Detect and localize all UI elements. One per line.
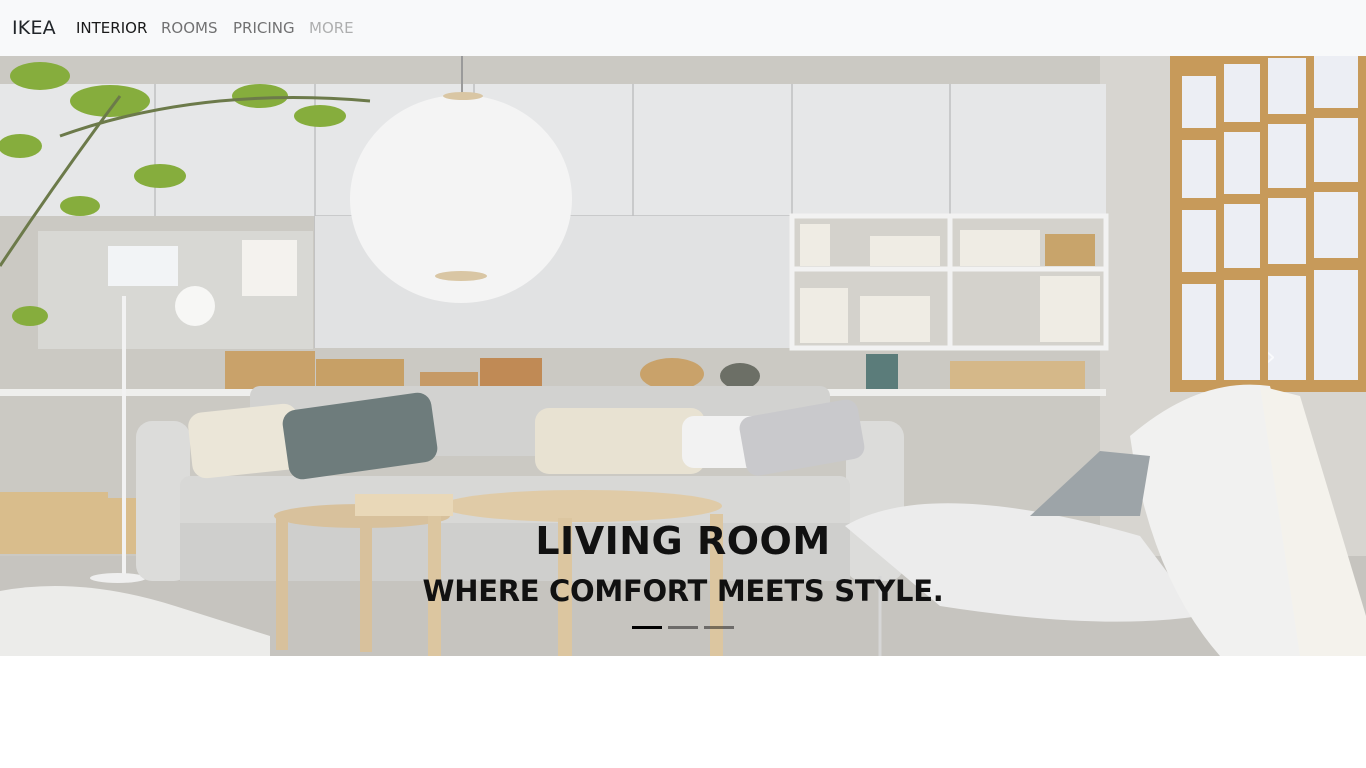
navbar: IKEA INTERIOR ROOMS PRICING MORE xyxy=(0,0,1366,56)
carousel-indicator-1[interactable] xyxy=(632,626,662,629)
nav-link-interior[interactable]: INTERIOR xyxy=(76,19,147,37)
carousel-next-control[interactable]: › xyxy=(1166,56,1366,656)
slide-subtitle: WHERE COMFORT MEETS STYLE. xyxy=(422,574,944,608)
slide-title: LIVING ROOM xyxy=(535,519,831,563)
chevron-right-icon: › xyxy=(1265,342,1276,372)
carousel-indicators xyxy=(632,626,734,629)
nav-link-rooms[interactable]: ROOMS xyxy=(161,19,218,37)
carousel-prev-control[interactable] xyxy=(0,56,200,656)
brand-logo[interactable]: IKEA xyxy=(12,17,56,39)
nav-link-pricing[interactable]: PRICING xyxy=(233,19,295,37)
nav-link-more: MORE xyxy=(309,19,354,37)
living-room-photo xyxy=(0,56,1366,656)
carousel-indicator-2[interactable] xyxy=(668,626,698,629)
hero-carousel: › LIVING ROOM WHERE COMFORT MEETS STYLE. xyxy=(0,56,1366,656)
carousel-indicator-3[interactable] xyxy=(704,626,734,629)
